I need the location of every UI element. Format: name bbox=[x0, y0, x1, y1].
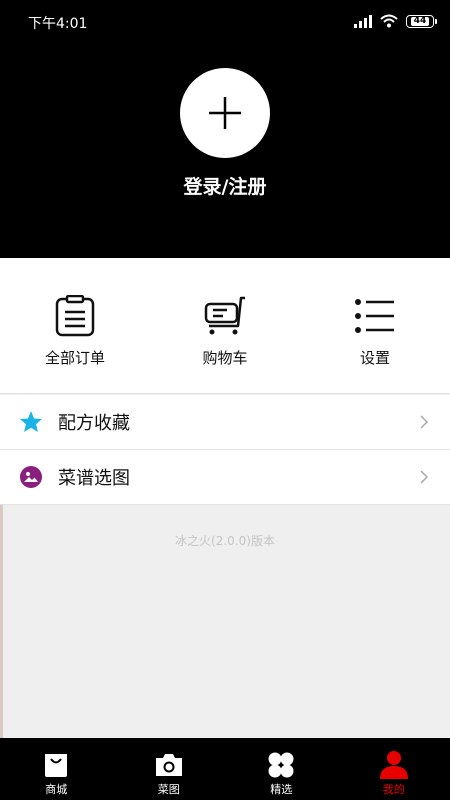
version-text: 冰之火(2.0.0)版本 bbox=[175, 534, 275, 548]
bag-icon bbox=[41, 750, 71, 780]
nav-tab-photo[interactable]: 菜图 bbox=[113, 738, 226, 800]
recipe-images-label: 菜谱选图 bbox=[58, 468, 130, 489]
nav-label-mine: 我的 bbox=[382, 783, 405, 796]
all-orders-button[interactable]: 全部订单 bbox=[0, 258, 150, 393]
plus-icon bbox=[209, 97, 241, 129]
nav-label-featured: 精选 bbox=[270, 783, 293, 796]
signal-icon bbox=[354, 14, 372, 28]
settings-label: 设置 bbox=[359, 349, 390, 367]
nav-label-mall: 商城 bbox=[45, 783, 68, 796]
menu-item-recipe-images[interactable]: 菜谱选图 bbox=[0, 450, 450, 505]
profile-header: 下午4:01 44 登录/注册 bbox=[0, 0, 450, 258]
edge-strip bbox=[0, 505, 3, 738]
add-avatar-button[interactable] bbox=[180, 68, 270, 158]
bottom-nav: 商城 菜图 精选 我的 bbox=[0, 738, 450, 800]
clover-icon bbox=[266, 750, 296, 780]
menu-item-favorite-recipes[interactable]: 配方收藏 bbox=[0, 395, 450, 450]
nav-tab-featured[interactable]: 精选 bbox=[225, 738, 338, 800]
favorite-recipes-label: 配方收藏 bbox=[58, 413, 130, 434]
user-icon bbox=[379, 750, 409, 780]
nav-label-photo: 菜图 bbox=[157, 783, 180, 796]
status-icons: 44 bbox=[354, 12, 437, 30]
all-orders-label: 全部订单 bbox=[44, 349, 105, 367]
chevron-right-icon bbox=[420, 470, 429, 484]
chevron-right-icon bbox=[420, 415, 429, 429]
settings-button[interactable]: 设置 bbox=[300, 258, 450, 393]
shopping-cart-icon bbox=[203, 294, 247, 338]
star-icon bbox=[18, 409, 44, 435]
nav-tab-mall[interactable]: 商城 bbox=[0, 738, 113, 800]
menu-list: 配方收藏 菜谱选图 bbox=[0, 395, 450, 505]
quick-actions: 全部订单 购物车 设置 bbox=[0, 258, 450, 394]
wifi-icon bbox=[380, 14, 398, 28]
shopping-cart-label: 购物车 bbox=[202, 349, 248, 367]
battery-icon: 44 bbox=[406, 14, 437, 28]
status-bar: 下午4:01 44 bbox=[0, 0, 450, 42]
nav-tab-mine[interactable]: 我的 bbox=[338, 738, 450, 800]
picture-icon bbox=[18, 464, 44, 490]
battery-level: 44 bbox=[410, 16, 430, 26]
clipboard-icon bbox=[53, 294, 97, 338]
login-register-link[interactable]: 登录/注册 bbox=[0, 172, 450, 199]
list-settings-icon bbox=[353, 294, 397, 338]
camera-icon bbox=[154, 750, 184, 780]
shopping-cart-button[interactable]: 购物车 bbox=[150, 258, 300, 393]
status-time: 下午4:01 bbox=[28, 16, 88, 32]
